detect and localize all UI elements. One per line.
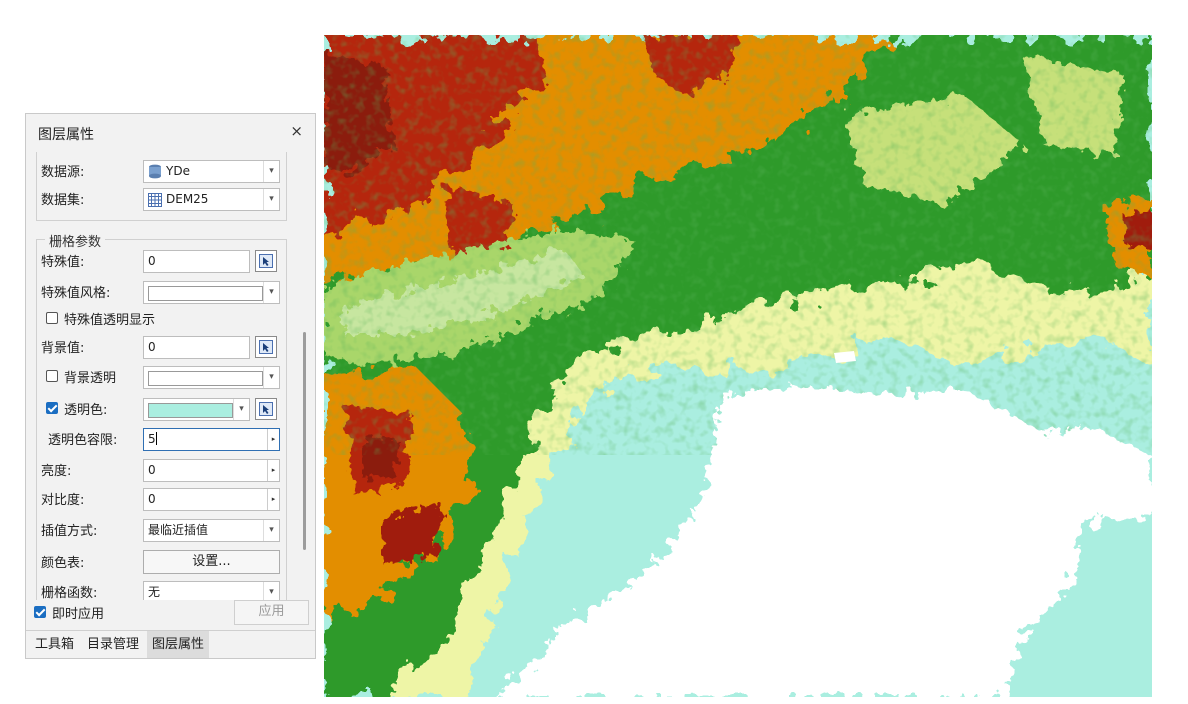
special-transparent-label: 特殊值透明显示: [64, 313, 156, 328]
stepper-arrow-icon[interactable]: ▸: [267, 460, 279, 481]
tab-toolbox[interactable]: 工具箱: [30, 631, 79, 658]
pointer-icon: [259, 340, 273, 354]
dataset-label: 数据集:: [41, 193, 85, 208]
pick-special-value-button[interactable]: [255, 250, 277, 272]
background-label: 背景值:: [41, 341, 85, 356]
transparent-color-checkbox[interactable]: [46, 402, 58, 414]
vertical-scrollbar[interactable]: [303, 332, 306, 550]
dataset-select[interactable]: DEM25 ▾: [143, 188, 280, 211]
apply-now-label: 即时应用: [52, 607, 105, 622]
contrast-input[interactable]: 0 ▸: [143, 488, 280, 511]
apply-now-checkbox[interactable]: [34, 606, 46, 618]
raster-params-legend: 栅格参数: [45, 231, 106, 250]
brightness-input[interactable]: 0 ▸: [143, 459, 280, 482]
pick-transparent-color-button[interactable]: [255, 398, 277, 420]
raster-function-value: 无: [148, 585, 161, 599]
style-swatch: [148, 286, 263, 301]
apply-button[interactable]: 应用: [234, 600, 309, 625]
interp-select[interactable]: 最临近插值 ▾: [143, 519, 280, 542]
stepper-arrow-icon[interactable]: ▸: [267, 429, 279, 450]
close-icon[interactable]: ×: [290, 122, 303, 140]
contrast-label: 对比度:: [41, 493, 85, 508]
tolerance-value: 5: [148, 432, 156, 446]
background-color-swatch: [148, 371, 263, 386]
chevron-down-icon: ▾: [263, 161, 279, 182]
pointer-icon: [259, 402, 273, 416]
map-view[interactable]: [324, 35, 1152, 697]
panel-title: 图层属性: [38, 127, 94, 143]
chevron-down-icon: ▾: [263, 582, 279, 600]
contrast-value: 0: [148, 492, 156, 506]
tolerance-label: 透明色容限:: [48, 433, 118, 448]
grid-dataset-icon: [148, 193, 162, 207]
background-color-select[interactable]: ▾: [143, 366, 280, 389]
panel-scroll-area[interactable]: 数据源: YDe ▾ 数据集: DEM25 ▾ 栅格参数 特殊值: 0 特殊值风…: [26, 152, 315, 600]
transparent-color-label: 透明色:: [64, 403, 108, 418]
color-table-settings-button[interactable]: 设置...: [143, 550, 280, 574]
tolerance-input[interactable]: 5 ▸: [143, 428, 280, 451]
tab-catalog[interactable]: 目录管理: [82, 631, 144, 658]
interp-label: 插值方式:: [41, 524, 98, 539]
chevron-down-icon: ▾: [233, 399, 249, 420]
database-icon: [149, 164, 161, 179]
panel-tabs: 工具箱 目录管理 图层属性: [26, 630, 315, 659]
pick-background-value-button[interactable]: [255, 336, 277, 358]
special-value-input[interactable]: 0: [143, 250, 250, 273]
special-style-label: 特殊值风格:: [41, 286, 111, 301]
pointer-icon: [259, 254, 273, 268]
transparent-color-swatch: [148, 403, 233, 418]
datasource-label: 数据源:: [41, 165, 85, 180]
transparent-color-select[interactable]: ▾: [143, 398, 250, 421]
background-transparent-checkbox[interactable]: [46, 370, 58, 382]
special-transparent-checkbox[interactable]: [46, 312, 58, 324]
stepper-arrow-icon[interactable]: ▸: [267, 489, 279, 510]
datasource-value: YDe: [166, 164, 190, 178]
dataset-value: DEM25: [166, 192, 209, 206]
background-value-input[interactable]: 0: [143, 336, 250, 359]
chevron-down-icon: ▾: [263, 189, 279, 210]
dem-raster-image: [324, 35, 1152, 697]
background-transparent-label: 背景透明: [64, 371, 117, 386]
special-value-label: 特殊值:: [41, 255, 85, 270]
tab-layer-properties[interactable]: 图层属性: [147, 631, 210, 658]
layer-properties-panel: 图层属性 × 数据源: YDe ▾ 数据集: DEM25 ▾ 栅格参数 特殊值:…: [25, 113, 316, 659]
datasource-select[interactable]: YDe ▾: [143, 160, 280, 183]
chevron-down-icon: ▾: [263, 282, 279, 303]
interp-value: 最临近插值: [148, 523, 209, 537]
brightness-label: 亮度:: [41, 464, 72, 479]
special-style-select[interactable]: ▾: [143, 281, 280, 304]
chevron-down-icon: ▾: [263, 520, 279, 541]
raster-function-label: 栅格函数:: [41, 586, 98, 600]
raster-function-select[interactable]: 无 ▾: [143, 581, 280, 600]
text-cursor: [155, 432, 157, 445]
color-table-label: 颜色表:: [41, 556, 85, 571]
chevron-down-icon: ▾: [263, 367, 279, 388]
brightness-value: 0: [148, 463, 156, 477]
